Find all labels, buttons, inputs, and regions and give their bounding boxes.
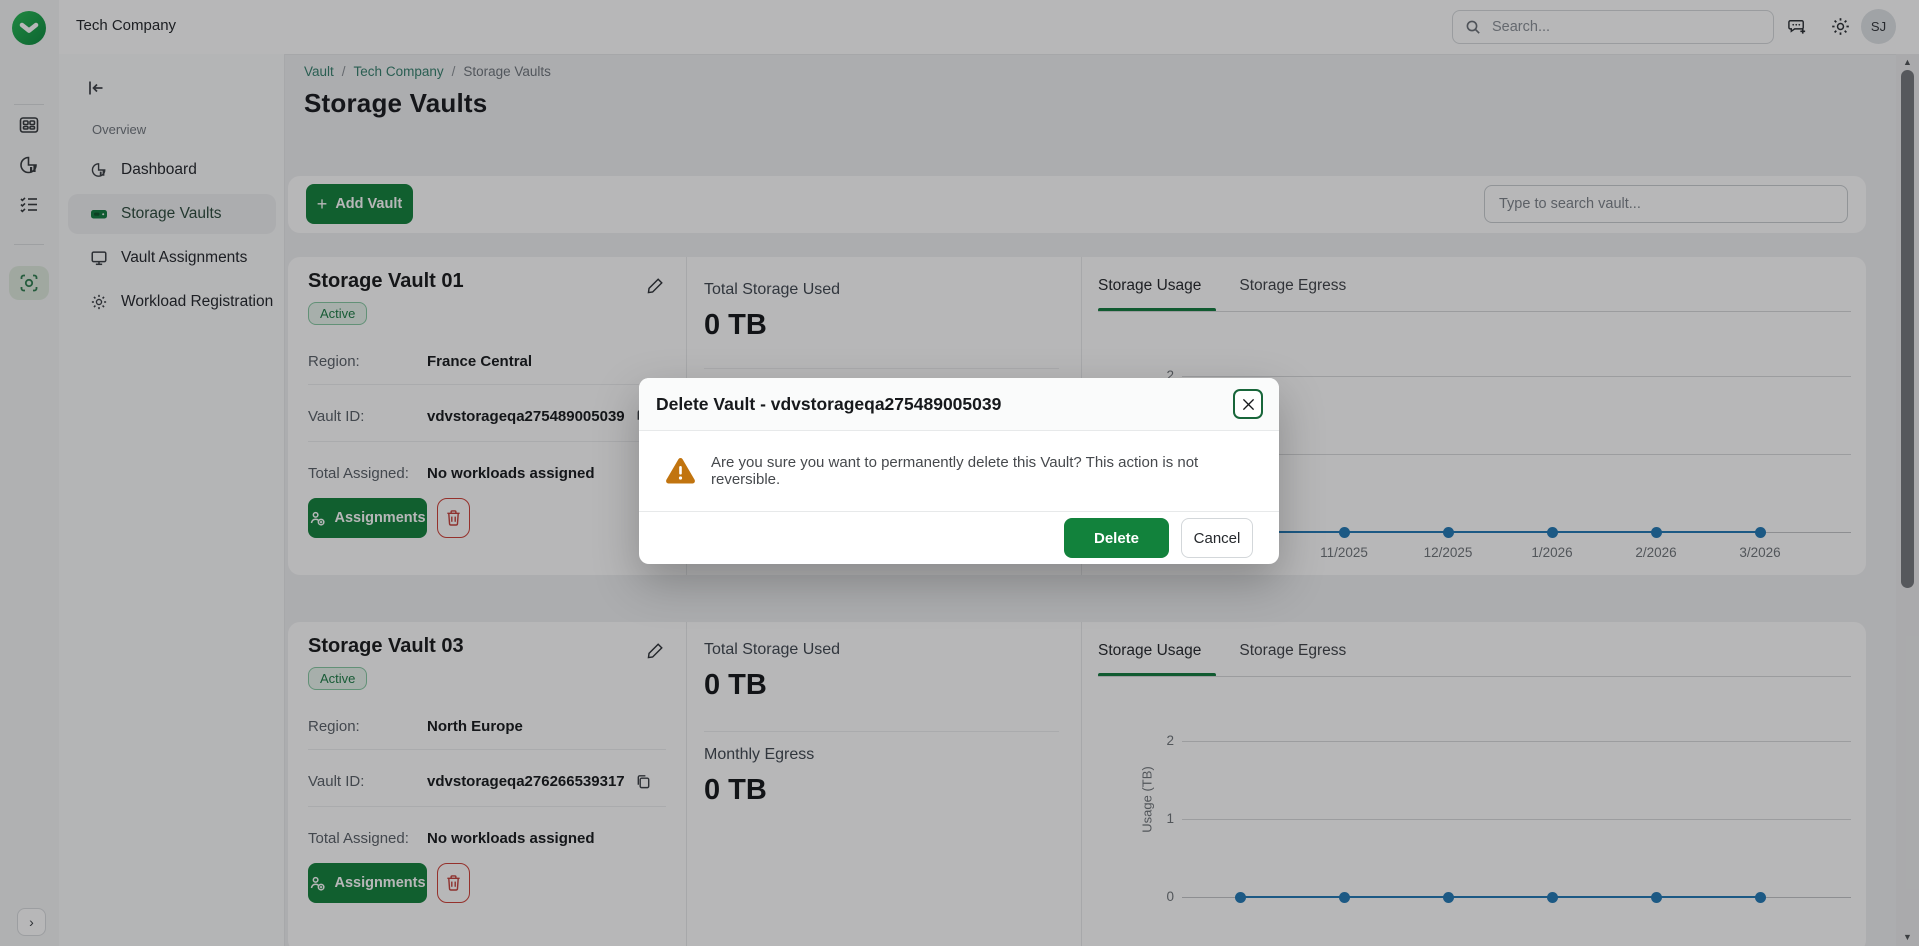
warning-triangle-icon: [665, 457, 696, 486]
x-icon: [1242, 398, 1255, 411]
confirmation-message: Are you sure you want to permanently del…: [711, 454, 1199, 488]
dialog-header: Delete Vault - vdvstorageqa275489005039: [639, 378, 1279, 431]
dialog-footer: Delete Cancel: [639, 511, 1279, 564]
dialog-title: Delete Vault - vdvstorageqa275489005039: [656, 394, 1002, 414]
dialog-body: Are you sure you want to permanently del…: [639, 431, 1279, 511]
close-button[interactable]: [1233, 389, 1263, 419]
delete-vault-dialog: Delete Vault - vdvstorageqa275489005039 …: [639, 378, 1279, 564]
app-window: › Tech Company SJ Overview Dashboard Sto…: [0, 0, 1919, 946]
delete-confirm-button[interactable]: Delete: [1064, 518, 1169, 558]
cancel-button[interactable]: Cancel: [1181, 518, 1253, 558]
